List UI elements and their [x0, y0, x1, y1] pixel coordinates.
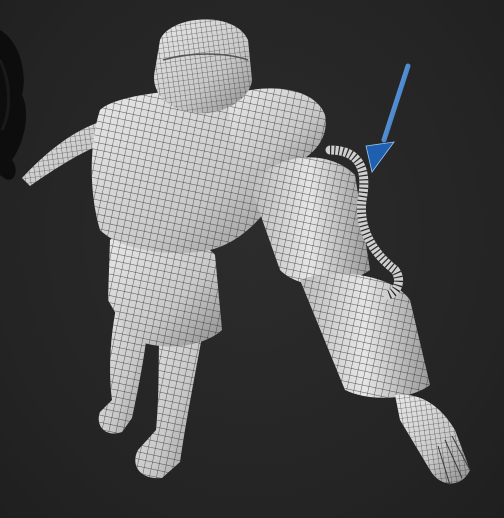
viewport	[0, 0, 504, 518]
scene	[0, 19, 471, 486]
left-edge-object	[0, 30, 27, 180]
arrow-icon	[365, 63, 411, 173]
